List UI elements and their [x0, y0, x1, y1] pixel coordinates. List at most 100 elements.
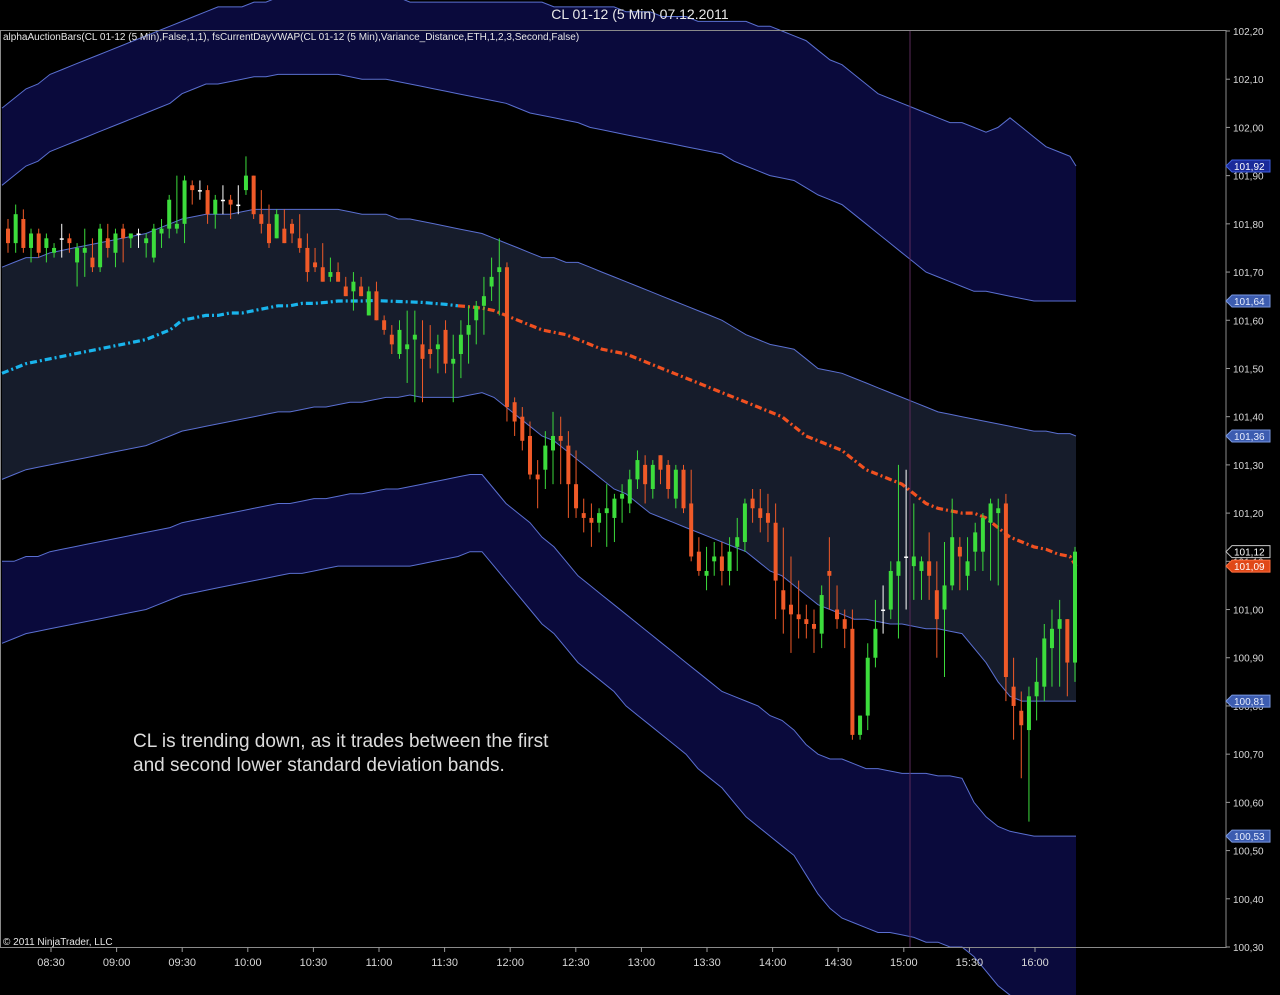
candle-body — [1073, 551, 1077, 663]
candle-body — [1065, 619, 1070, 663]
candle-body — [858, 715, 863, 735]
candle-body — [681, 469, 686, 509]
annotation-line-2: and second lower standard deviation band… — [133, 755, 505, 776]
window-title: CL 01-12 (5 Min) 07.12.2011 — [551, 6, 729, 22]
y-tick-label: 101,00 — [1233, 606, 1264, 617]
candle-body — [996, 508, 1001, 514]
candle-body — [650, 464, 655, 489]
candle-body — [804, 619, 809, 624]
x-tick-label: 16:00 — [1021, 957, 1049, 969]
candle — [151, 223, 156, 263]
candle-body — [888, 570, 893, 610]
price-marker: 101,64 — [1225, 294, 1271, 308]
candle — [504, 262, 509, 422]
candle-body — [551, 435, 556, 451]
candle-body — [850, 628, 855, 735]
candle-body — [827, 570, 832, 576]
candle-body — [543, 445, 548, 470]
price-marker: 101,36 — [1225, 429, 1271, 443]
candle-body — [635, 460, 640, 480]
candle-body — [236, 204, 241, 207]
candle-body — [788, 604, 793, 615]
candle-body — [374, 291, 379, 321]
price-marker: 100,53 — [1225, 829, 1271, 843]
candle-body — [673, 469, 678, 499]
y-tick-label: 101,50 — [1233, 364, 1264, 375]
candle — [1003, 493, 1008, 702]
candle-body — [942, 585, 947, 610]
candle-body — [512, 402, 517, 422]
candle-body — [750, 498, 755, 509]
candle-body — [197, 190, 202, 192]
x-tick-label: 14:30 — [824, 957, 852, 969]
candle-body — [911, 556, 916, 567]
candle-body — [313, 262, 318, 268]
candle-body — [689, 503, 694, 557]
candle-body — [896, 561, 901, 576]
y-tick-label: 100,40 — [1233, 895, 1264, 906]
candle-body — [612, 498, 617, 518]
candle-body — [865, 657, 870, 716]
candle — [98, 223, 103, 273]
candle-body — [819, 595, 824, 634]
candle-body — [190, 185, 195, 191]
candle-body — [458, 334, 463, 355]
candle-body — [957, 546, 962, 557]
price-marker-label: 100,53 — [1234, 832, 1265, 843]
copyright-label: © 2011 NinjaTrader, LLC — [3, 937, 113, 948]
candle-body — [842, 619, 847, 629]
candle-body — [220, 199, 225, 202]
candle-body — [420, 344, 425, 359]
x-tick-label: 15:00 — [890, 957, 918, 969]
x-tick-label: 10:30 — [300, 957, 328, 969]
candle-body — [796, 614, 801, 620]
candle-body — [1042, 638, 1047, 687]
candle-body — [604, 508, 609, 514]
price-chart[interactable]: 102,20102,10102,00101,90101,80101,70101,… — [0, 0, 1280, 995]
x-tick-label: 12:30 — [562, 957, 590, 969]
candle — [1073, 546, 1077, 682]
candle — [251, 175, 256, 220]
price-marker-label: 101,36 — [1234, 432, 1265, 443]
candle-body — [159, 228, 164, 234]
x-tick-label: 15:30 — [956, 957, 984, 969]
candle — [850, 609, 855, 740]
candle-body — [597, 513, 602, 523]
candle-body — [274, 214, 279, 239]
y-tick-label: 100,60 — [1233, 798, 1264, 809]
candle-body — [174, 223, 179, 229]
candle-body — [282, 228, 287, 244]
candle-body — [59, 238, 64, 240]
indicator-label: alphaAuctionBars(CL 01-12 (5 Min),False,… — [3, 32, 580, 43]
candle-body — [904, 556, 909, 558]
price-marker: 101,09 — [1225, 559, 1271, 573]
x-tick-label: 08:30 — [37, 957, 65, 969]
x-tick-label: 11:30 — [431, 957, 458, 969]
candle-body — [259, 214, 264, 224]
candle-body — [574, 484, 579, 509]
candle-body — [44, 238, 49, 248]
candle-body — [205, 190, 210, 215]
candle-body — [167, 199, 172, 229]
candle-body — [266, 223, 271, 244]
price-markers: 101,92 101,64 101,36 101,12 101,09 100,81 100,… — [1225, 159, 1271, 843]
candle-body — [520, 416, 525, 441]
candle-body — [481, 296, 486, 306]
candle-body — [527, 435, 532, 475]
candle-body — [297, 238, 302, 248]
candle-body — [6, 228, 10, 244]
candle-body — [988, 503, 993, 523]
candle-body — [451, 358, 456, 364]
candle-body — [742, 503, 747, 543]
candle-body — [873, 628, 878, 658]
candle-body — [389, 334, 394, 345]
candle-body — [504, 267, 509, 408]
x-tick-label: 10:00 — [234, 957, 262, 969]
candle-body — [144, 238, 149, 244]
candle-body — [113, 233, 118, 253]
candle-body — [21, 219, 26, 248]
x-tick-label: 09:30 — [168, 957, 196, 969]
y-tick-label: 101,70 — [1233, 268, 1264, 279]
candle-body — [965, 561, 970, 576]
price-marker-label: 101,64 — [1234, 297, 1265, 308]
